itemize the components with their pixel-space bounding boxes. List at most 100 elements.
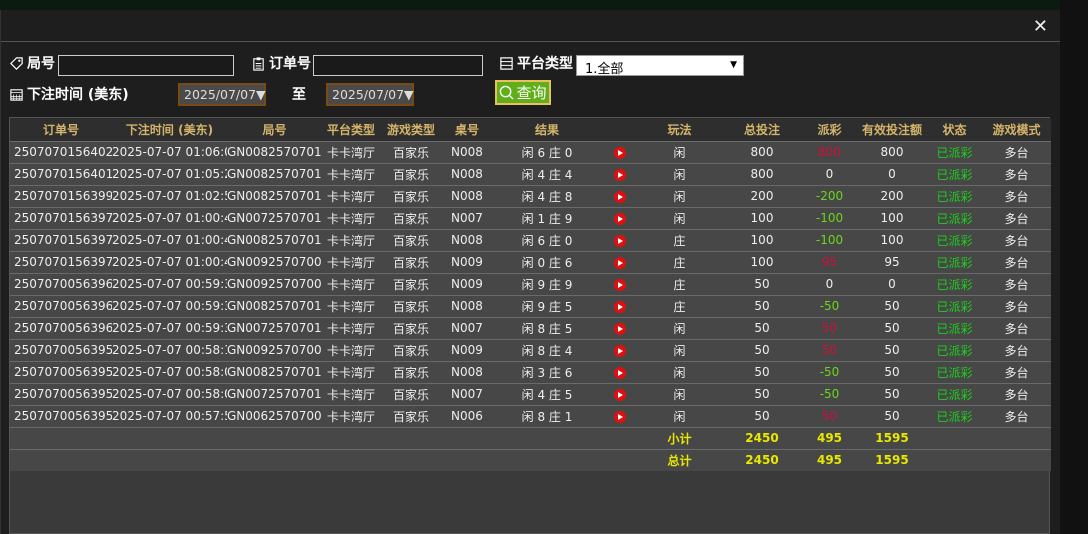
game-mode-cell: 多台: [982, 140, 1051, 163]
table-header: 订单号 下注时间 (美东) 局号 平台类型 游戏类型 桌号 结果 玩法 总投注 派彩 有效投注额 状态…: [10, 118, 1051, 141]
table-row: 2507070156397272025-07-07 01:00:45GN0082…: [10, 228, 1051, 251]
platform-cell: 卡卡湾厅: [322, 360, 380, 383]
status-cell: 已派彩: [927, 316, 982, 339]
order-id-cell: 250707015640214: [10, 140, 112, 163]
platform-select[interactable]: 1.全部 ▼: [576, 55, 744, 77]
play-video-icon[interactable]: [613, 190, 626, 203]
game-type-cell: 百家乐: [380, 206, 442, 229]
result-cell: 闲 4 庄 4: [492, 162, 602, 185]
play-video-icon[interactable]: [613, 388, 626, 401]
platform-cell: 卡卡湾厅: [322, 140, 380, 163]
game-mode-cell: 多台: [982, 162, 1051, 185]
round-id-cell: GN00825707016: [227, 360, 322, 383]
total-bet-cell: 50: [722, 316, 802, 339]
play-type-cell: 庄: [637, 228, 722, 251]
replay-cell: [602, 250, 637, 273]
play-video-icon[interactable]: [613, 212, 626, 225]
game-mode-cell: 多台: [982, 316, 1051, 339]
empty-cell: [10, 426, 112, 449]
play-video-icon[interactable]: [613, 322, 626, 335]
total-row: 总计 2450 495 1595: [10, 448, 1051, 471]
play-video-icon[interactable]: [613, 278, 626, 291]
empty-cell: [227, 426, 322, 449]
empty-cell: [927, 426, 982, 449]
result-cell: 闲 9 庄 5: [492, 294, 602, 317]
platform-cell: 卡卡湾厅: [322, 272, 380, 295]
status-cell: 已派彩: [927, 184, 982, 207]
total-bet-cell: 50: [722, 294, 802, 317]
status-cell: 已派彩: [927, 272, 982, 295]
date-from-select[interactable]: 2025/07/07▼: [178, 83, 266, 106]
table-no-cell: N008: [442, 140, 492, 163]
total-bet-cell: 100: [722, 250, 802, 273]
table-no-cell: N007: [442, 206, 492, 229]
valid-bet-cell: 50: [857, 360, 927, 383]
play-type-cell: 闲: [637, 338, 722, 361]
total-bet-cell: 100: [722, 228, 802, 251]
platform-cell: 卡卡湾厅: [322, 228, 380, 251]
close-button[interactable]: ✕: [1033, 16, 1048, 37]
table-no-cell: N009: [442, 272, 492, 295]
platform-cell: 卡卡湾厅: [322, 250, 380, 273]
table-row: 2507070056395222025-07-07 00:58:13GN0092…: [10, 338, 1051, 361]
play-video-icon[interactable]: [613, 344, 626, 357]
total-bet-cell: 800: [722, 162, 802, 185]
subtotal-row: 小计 2450 495 1595: [10, 426, 1051, 449]
round-id-cell: GN0092570700M: [227, 250, 322, 273]
game-type-cell: 百家乐: [380, 294, 442, 317]
order-id-cell: 250707005639500: [10, 404, 112, 427]
order-id-cell: 250707005639522: [10, 338, 112, 361]
query-button[interactable]: 查询: [495, 80, 551, 105]
play-video-icon[interactable]: [613, 410, 626, 423]
platform-label: 平台类型: [499, 53, 573, 73]
total-bet-cell: 50: [722, 272, 802, 295]
payout-cell: -100: [802, 228, 857, 251]
empty-cell: [982, 448, 1051, 471]
table-row: 2507070056395002025-07-07 00:57:59GN0062…: [10, 404, 1051, 427]
round-id-cell: GN0072570701D: [227, 316, 322, 339]
chevron-down-icon: ▼: [404, 87, 414, 102]
payout-cell: 50: [802, 338, 857, 361]
order-id-cell: 250707005639629: [10, 294, 112, 317]
play-video-icon[interactable]: [613, 256, 626, 269]
total-bet-cell: 200: [722, 184, 802, 207]
replay-cell: [602, 382, 637, 405]
column-header: 游戏类型: [380, 118, 442, 141]
total-bet-cell: 50: [722, 404, 802, 427]
play-video-icon[interactable]: [613, 366, 626, 379]
status-cell: 已派彩: [927, 338, 982, 361]
column-header: 下注时间 (美东): [112, 118, 227, 141]
replay-cell: [602, 272, 637, 295]
game-mode-cell: 多台: [982, 184, 1051, 207]
play-video-icon[interactable]: [613, 300, 626, 313]
round-input[interactable]: [58, 55, 234, 76]
empty-cell: [927, 448, 982, 471]
column-header: 派彩: [802, 118, 857, 141]
result-cell: 闲 8 庄 4: [492, 338, 602, 361]
play-video-icon[interactable]: [613, 168, 626, 181]
game-mode-cell: 多台: [982, 360, 1051, 383]
order-input[interactable]: [313, 55, 483, 76]
platform-cell: 卡卡湾厅: [322, 316, 380, 339]
payout-cell: -200: [802, 184, 857, 207]
column-header: 总投注: [722, 118, 802, 141]
empty-cell: [322, 448, 380, 471]
result-cell: 闲 3 庄 6: [492, 360, 602, 383]
play-video-icon[interactable]: [613, 146, 626, 159]
empty-cell: [492, 448, 602, 471]
payout-cell: 0: [802, 272, 857, 295]
date-to-select[interactable]: 2025/07/07▼: [326, 83, 414, 106]
bet-time-cell: 2025-07-07 00:59:34: [112, 294, 227, 317]
empty-cell: [442, 448, 492, 471]
table-no-cell: N006: [442, 404, 492, 427]
column-header: 结果: [492, 118, 602, 141]
order-id-cell: 250707015640143: [10, 162, 112, 185]
valid-bet-cell: 100: [857, 206, 927, 229]
column-header: [602, 118, 637, 141]
game-type-cell: 百家乐: [380, 228, 442, 251]
status-cell: 已派彩: [927, 360, 982, 383]
play-type-cell: 闲: [637, 162, 722, 185]
status-cell: 已派彩: [927, 206, 982, 229]
bet-time-cell: 2025-07-07 01:00:45: [112, 228, 227, 251]
play-video-icon[interactable]: [613, 234, 626, 247]
